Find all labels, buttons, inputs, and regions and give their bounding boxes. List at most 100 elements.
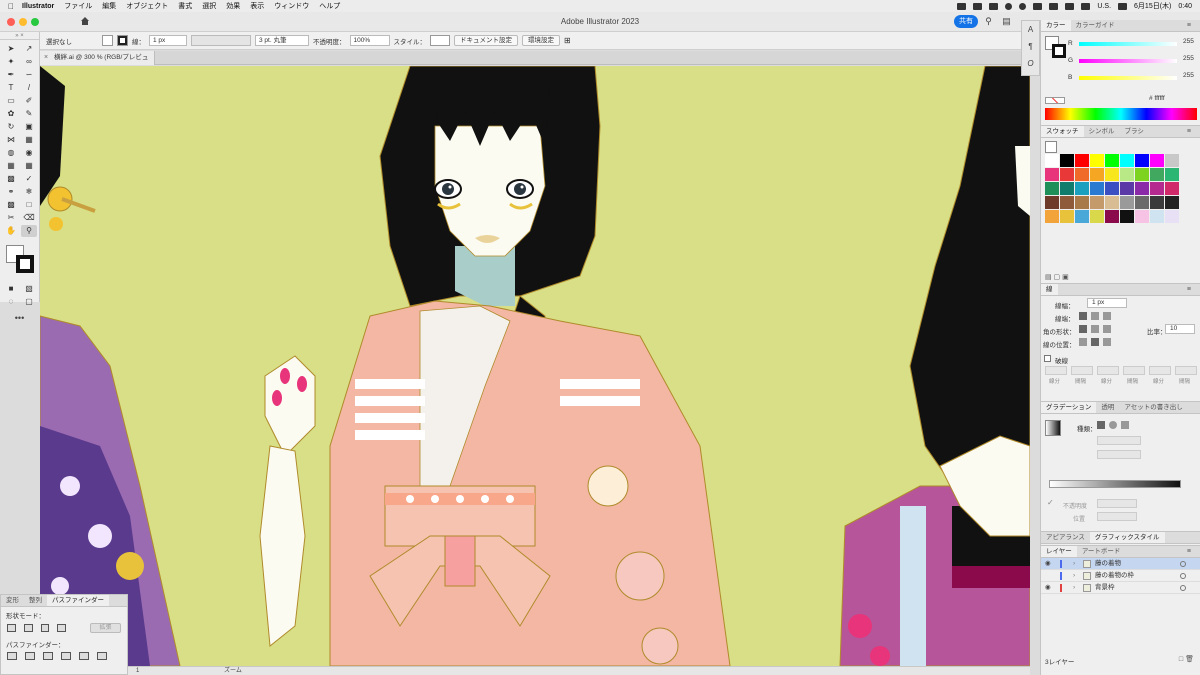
selection-tool-icon[interactable]: ➤: [3, 43, 19, 55]
exclude-icon[interactable]: [57, 624, 67, 632]
swatch-chip[interactable]: [1120, 168, 1134, 181]
menu-view[interactable]: 表示: [250, 1, 264, 11]
draw-mode-icon[interactable]: ◌: [3, 296, 19, 308]
swatch-chip[interactable]: [1105, 168, 1119, 181]
swatch-chip[interactable]: [1105, 210, 1119, 223]
swatch-chip[interactable]: [1090, 168, 1104, 181]
minus-back-icon[interactable]: [97, 652, 107, 660]
tab-artboards[interactable]: アートボード: [1077, 546, 1126, 557]
swatch-chip[interactable]: [1090, 196, 1104, 209]
variable-width-dropdown[interactable]: [191, 35, 251, 46]
layer-target-icon[interactable]: [1180, 585, 1186, 591]
tab-color[interactable]: カラー: [1041, 20, 1071, 31]
stroke-color-box[interactable]: [16, 255, 34, 273]
menu-window[interactable]: ウィンドウ: [274, 1, 309, 11]
gap-field-1[interactable]: [1071, 366, 1093, 375]
live-paint-tool-icon[interactable]: ◉: [21, 147, 37, 159]
document-tab[interactable]: × 横絆.ai @ 300 % (RGB/プレビュー): [40, 51, 155, 75]
close-tab-icon[interactable]: ×: [44, 51, 48, 65]
eyedropper-tool-icon[interactable]: ✓: [21, 173, 37, 185]
none-color-swatch[interactable]: [1045, 97, 1065, 104]
menu-effect[interactable]: 効果: [226, 1, 240, 11]
magic-wand-tool-icon[interactable]: ✦: [3, 56, 19, 68]
swatch-chip[interactable]: [1090, 182, 1104, 195]
expand-arrow-icon[interactable]: ›: [1073, 570, 1075, 582]
style-swatch[interactable]: [430, 35, 450, 46]
swatch-chip[interactable]: [1060, 210, 1074, 223]
outline-icon[interactable]: [79, 652, 89, 660]
tab-graphic-styles[interactable]: グラフィックスタイル: [1089, 532, 1165, 543]
shape-builder-tool-icon[interactable]: ◍: [3, 147, 19, 159]
dashed-line-checkbox[interactable]: [1044, 355, 1051, 362]
radial-gradient-icon[interactable]: [1109, 421, 1117, 429]
menubar-time[interactable]: 0:40: [1178, 3, 1192, 10]
swatch-chip[interactable]: [1120, 154, 1134, 167]
tab-asset-export[interactable]: アセットの書き出し: [1119, 402, 1187, 413]
swatch-chip[interactable]: [1090, 154, 1104, 167]
freeform-gradient-icon[interactable]: [1121, 421, 1129, 429]
menu-edit[interactable]: 編集: [102, 1, 116, 11]
swatch-chip[interactable]: [1060, 154, 1074, 167]
slice-tool-icon[interactable]: ✂: [3, 212, 19, 224]
tab-transparency[interactable]: 透明: [1096, 402, 1119, 413]
share-button[interactable]: 共有: [954, 15, 978, 28]
align-outside-icon[interactable]: [1103, 338, 1111, 346]
swatch-chip[interactable]: [1135, 168, 1149, 181]
new-layer-icon[interactable]: □: [1179, 656, 1183, 663]
tab-align[interactable]: 整列: [24, 595, 47, 606]
layer-row[interactable]: ◉ › 藤の着物: [1041, 558, 1200, 570]
crop-icon[interactable]: [61, 652, 71, 660]
swatch-chip[interactable]: [1150, 168, 1164, 181]
eyedropper-icon[interactable]: ✓: [1047, 498, 1054, 507]
swatch-chip[interactable]: [1150, 154, 1164, 167]
miter-join-icon[interactable]: [1079, 325, 1087, 333]
blend-tool-icon[interactable]: ⚭: [3, 186, 19, 198]
dash-field-1[interactable]: [1045, 366, 1067, 375]
camera-icon[interactable]: [957, 2, 967, 10]
tab-pathfinder[interactable]: パスファインダー: [47, 595, 109, 606]
monitor-icon[interactable]: [989, 2, 999, 10]
swatch-chip[interactable]: [1165, 196, 1179, 209]
gradient-tool-icon[interactable]: ▩: [3, 173, 19, 185]
dash-field-2[interactable]: [1097, 366, 1119, 375]
width-tool-icon[interactable]: ⋈: [3, 134, 19, 146]
input-source-label[interactable]: U.S.: [1097, 3, 1111, 10]
edit-toolbar-icon[interactable]: •••: [0, 313, 39, 323]
swatch-chip[interactable]: [1075, 196, 1089, 209]
menu-object[interactable]: オブジェクト: [126, 1, 168, 11]
layer-row[interactable]: › 藤の着物の枠: [1041, 570, 1200, 582]
menubar-date[interactable]: 6月15日(木): [1134, 1, 1171, 11]
swatch-chip[interactable]: [1060, 182, 1074, 195]
butt-cap-icon[interactable]: [1079, 312, 1087, 320]
layer-target-icon[interactable]: [1180, 573, 1186, 579]
linear-gradient-icon[interactable]: [1097, 421, 1105, 429]
search-icon[interactable]: ⚲: [983, 16, 994, 27]
tab-brushes[interactable]: ブラシ: [1120, 126, 1149, 137]
delete-layer-icon[interactable]: 🗑: [1185, 656, 1194, 663]
swatch-chip[interactable]: [1045, 210, 1059, 223]
gradient-location-field[interactable]: [1097, 512, 1137, 521]
bluetooth-icon[interactable]: [1033, 2, 1043, 10]
gradient-angle-field[interactable]: [1097, 436, 1141, 445]
search-icon[interactable]: [1065, 2, 1075, 10]
swatch-fill-box[interactable]: [1045, 141, 1057, 153]
b-slider[interactable]: [1079, 76, 1177, 80]
menu-select[interactable]: 選択: [202, 1, 216, 11]
swatch-chip[interactable]: [1045, 154, 1059, 167]
trim-icon[interactable]: [25, 652, 35, 660]
dash-field-3[interactable]: [1149, 366, 1171, 375]
apple-icon[interactable]: : [8, 2, 22, 11]
swatch-chip[interactable]: [1135, 182, 1149, 195]
arrange-icon[interactable]: ▤: [1001, 16, 1012, 27]
swatch-chip[interactable]: [1105, 182, 1119, 195]
record-icon[interactable]: [1019, 2, 1027, 10]
bevel-join-icon[interactable]: [1103, 325, 1111, 333]
dropbox-icon[interactable]: [973, 2, 983, 10]
pen-tool-icon[interactable]: ✒: [3, 69, 19, 81]
document-settings-button[interactable]: ドキュメント設定: [454, 35, 518, 46]
swatch-chip[interactable]: [1060, 168, 1074, 181]
rotate-tool-icon[interactable]: ↻: [3, 121, 19, 133]
tab-gradient[interactable]: グラデーション: [1041, 402, 1097, 413]
preferences-button[interactable]: 環境設定: [522, 35, 560, 46]
menu-app-name[interactable]: Illustrator: [22, 3, 54, 10]
